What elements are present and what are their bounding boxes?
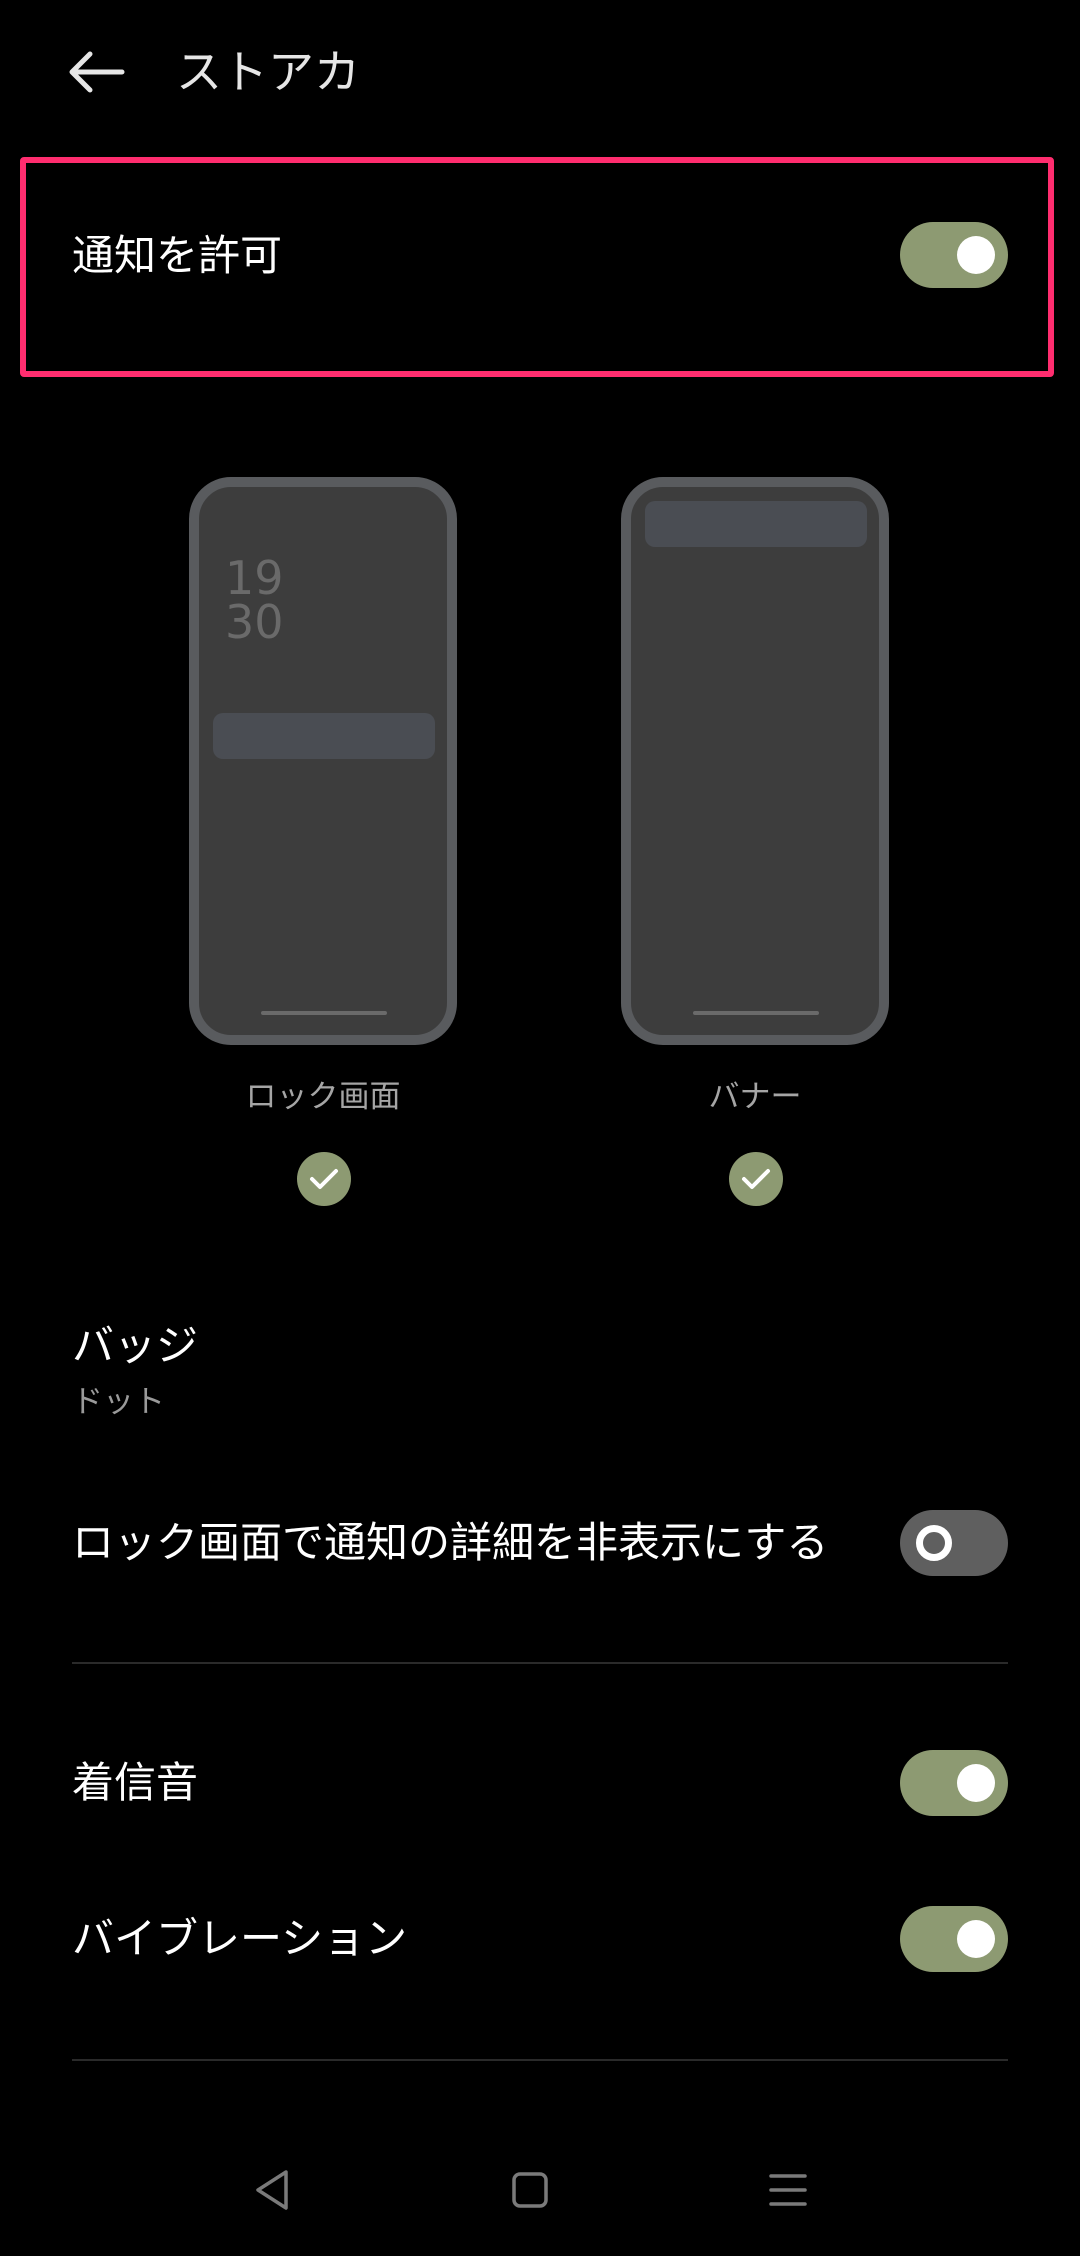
ringtone-label: 着信音 [72, 1758, 199, 1807]
notification-placeholder [213, 713, 435, 759]
arrow-left-icon [69, 51, 125, 93]
badge-value: ドット [72, 1384, 165, 1420]
check-icon [310, 1169, 338, 1189]
clock-minute: 30 [225, 595, 284, 649]
nav-home-button[interactable] [498, 2158, 562, 2222]
hide-details-toggle[interactable] [900, 1510, 1008, 1576]
triangle-back-icon [256, 2170, 288, 2210]
home-indicator [693, 1011, 819, 1015]
banner-label: バナー [708, 1079, 802, 1115]
badge-label: バッジ [72, 1321, 199, 1370]
page-title: ストアカ [176, 45, 360, 99]
hamburger-menu-icon [769, 2174, 807, 2206]
divider [72, 2059, 1008, 2061]
square-home-icon [512, 2172, 548, 2208]
allow-notifications-label: 通知を許可 [72, 231, 283, 280]
toggle-knob [957, 1920, 995, 1958]
toggle-knob [916, 1525, 952, 1561]
back-button[interactable] [62, 44, 130, 100]
allow-notifications-toggle[interactable] [900, 222, 1008, 288]
hide-details-label: ロック画面で通知の詳細を非表示にする [72, 1518, 829, 1567]
toggle-knob [957, 236, 995, 274]
banner-checkbox[interactable] [729, 1152, 783, 1206]
banner-placeholder [645, 501, 867, 547]
vibration-toggle[interactable] [900, 1906, 1008, 1972]
banner-preview[interactable] [621, 477, 889, 1045]
badge-row[interactable]: バッジ ドット [0, 1310, 1080, 1440]
lock-screen-label: ロック画面 [245, 1079, 401, 1115]
divider [72, 1662, 1008, 1664]
vibration-label: バイブレーション [72, 1914, 408, 1963]
lock-screen-preview[interactable]: 19 30 [189, 477, 457, 1045]
home-indicator [261, 1011, 387, 1015]
toggle-knob [957, 1764, 995, 1802]
ringtone-toggle[interactable] [900, 1750, 1008, 1816]
check-icon [742, 1169, 770, 1189]
nav-back-button[interactable] [240, 2158, 304, 2222]
lock-screen-checkbox[interactable] [297, 1152, 351, 1206]
nav-menu-button[interactable] [756, 2158, 820, 2222]
